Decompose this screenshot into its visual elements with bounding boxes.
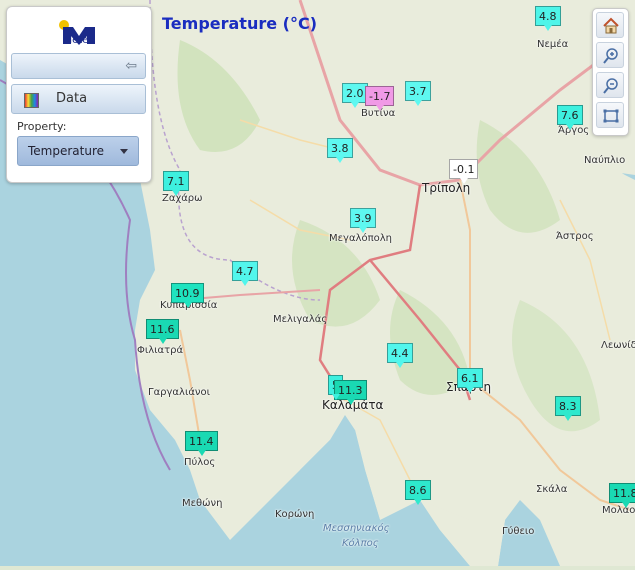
marker-pointer-icon	[566, 124, 574, 130]
temperature-marker[interactable]: 8.3	[555, 396, 581, 416]
temperature-marker[interactable]: 11.8	[609, 483, 635, 503]
temperature-marker[interactable]: 6.1	[457, 368, 483, 388]
palette-icon	[24, 93, 39, 108]
temperature-marker[interactable]: 7.1	[163, 171, 189, 191]
marker-pointer-icon	[414, 499, 422, 505]
place-kolpos: Κόλπος	[342, 538, 379, 549]
home-icon	[603, 17, 619, 34]
logo-text: Meteo	[63, 35, 95, 46]
temperature-marker[interactable]: -1.7	[365, 86, 395, 106]
place-methoni: Μεθώνη	[182, 498, 223, 509]
place-molaoi: Μολάοι	[602, 505, 635, 516]
temperature-marker[interactable]: 4.4	[387, 343, 413, 363]
place-pylos: Πύλος	[184, 457, 216, 468]
marker-pointer-icon	[241, 280, 249, 286]
marker-pointer-icon	[158, 338, 167, 344]
marker-pointer-icon	[396, 362, 404, 368]
data-button[interactable]: Data	[11, 84, 146, 114]
zoom-out-button[interactable]	[596, 72, 624, 98]
marker-pointer-icon	[331, 394, 340, 400]
temperature-marker[interactable]: 3.8	[327, 138, 353, 158]
marker-pointer-icon	[197, 450, 206, 456]
place-gytheio: Γύθειο	[502, 526, 535, 537]
place-megalopoli: Μεγαλόπολη	[329, 233, 392, 244]
temperature-marker[interactable]: 11.4	[185, 431, 218, 451]
extent-icon	[603, 109, 619, 123]
marker-pointer-icon	[459, 178, 468, 184]
temperature-marker[interactable]: 4.7	[232, 261, 258, 281]
map-controls	[592, 8, 629, 136]
zoom-out-icon	[603, 78, 618, 94]
place-leonidio: Λεωνίδιο	[601, 340, 635, 351]
place-astros: Άστρος	[556, 231, 594, 242]
marker-pointer-icon	[336, 157, 344, 163]
zoom-in-icon	[603, 48, 618, 64]
marker-pointer-icon	[183, 302, 192, 308]
marker-pointer-icon	[544, 25, 552, 31]
marker-pointer-icon	[172, 190, 180, 196]
place-messiniakos: Μεσσηνιακός	[323, 523, 390, 534]
place-skala: Σκάλα	[536, 484, 568, 495]
marker-pointer-icon	[564, 415, 572, 421]
caret-down-icon	[120, 149, 128, 154]
temperature-marker[interactable]: 4.8	[535, 6, 561, 26]
property-select-value: Temperature	[28, 144, 105, 158]
temperature-marker[interactable]: 8.6	[405, 480, 431, 500]
control-panel: Meteo ⇦ Data Property: Temperature	[6, 6, 152, 183]
place-zacharo: Ζαχάρω	[162, 193, 203, 204]
temperature-marker[interactable]: -0.1	[449, 159, 479, 179]
place-gargalianoi: Γαργαλιάνοι	[148, 387, 211, 398]
place-koroni: Κορώνη	[275, 509, 315, 520]
marker-pointer-icon	[375, 105, 384, 111]
property-label: Property:	[17, 120, 67, 133]
temperature-marker[interactable]: 3.7	[405, 81, 431, 101]
zoom-in-button[interactable]	[596, 42, 624, 68]
place-nemea: Νεμέα	[537, 39, 569, 50]
temperature-marker[interactable]: 7.6	[557, 105, 583, 125]
temperature-marker[interactable]: 2.0	[342, 83, 368, 103]
marker-pointer-icon	[466, 387, 474, 393]
map-title: Temperature (°C)	[162, 14, 318, 33]
marker-pointer-icon	[346, 399, 355, 405]
marker-pointer-icon	[351, 102, 359, 108]
temperature-marker[interactable]: 11.6	[146, 319, 179, 339]
collapse-panel-button[interactable]: ⇦	[11, 53, 146, 79]
temperature-marker[interactable]: 3.9	[350, 208, 376, 228]
marker-pointer-icon	[359, 227, 367, 233]
marker-pointer-icon	[621, 502, 630, 508]
arrow-left-icon: ⇦	[125, 58, 137, 74]
temperature-marker[interactable]: 10.9	[171, 283, 204, 303]
property-select[interactable]: Temperature	[17, 136, 139, 166]
data-button-label: Data	[56, 91, 88, 106]
place-nafplio: Ναύπλιο	[584, 155, 626, 166]
place-meligalas: Μελιγαλάς	[273, 314, 328, 325]
meteo-logo-icon	[59, 20, 95, 45]
full-extent-button[interactable]	[596, 102, 624, 128]
marker-pointer-icon	[414, 100, 422, 106]
home-button[interactable]	[596, 12, 624, 38]
place-filiatra: Φιλιατρά	[137, 345, 184, 356]
